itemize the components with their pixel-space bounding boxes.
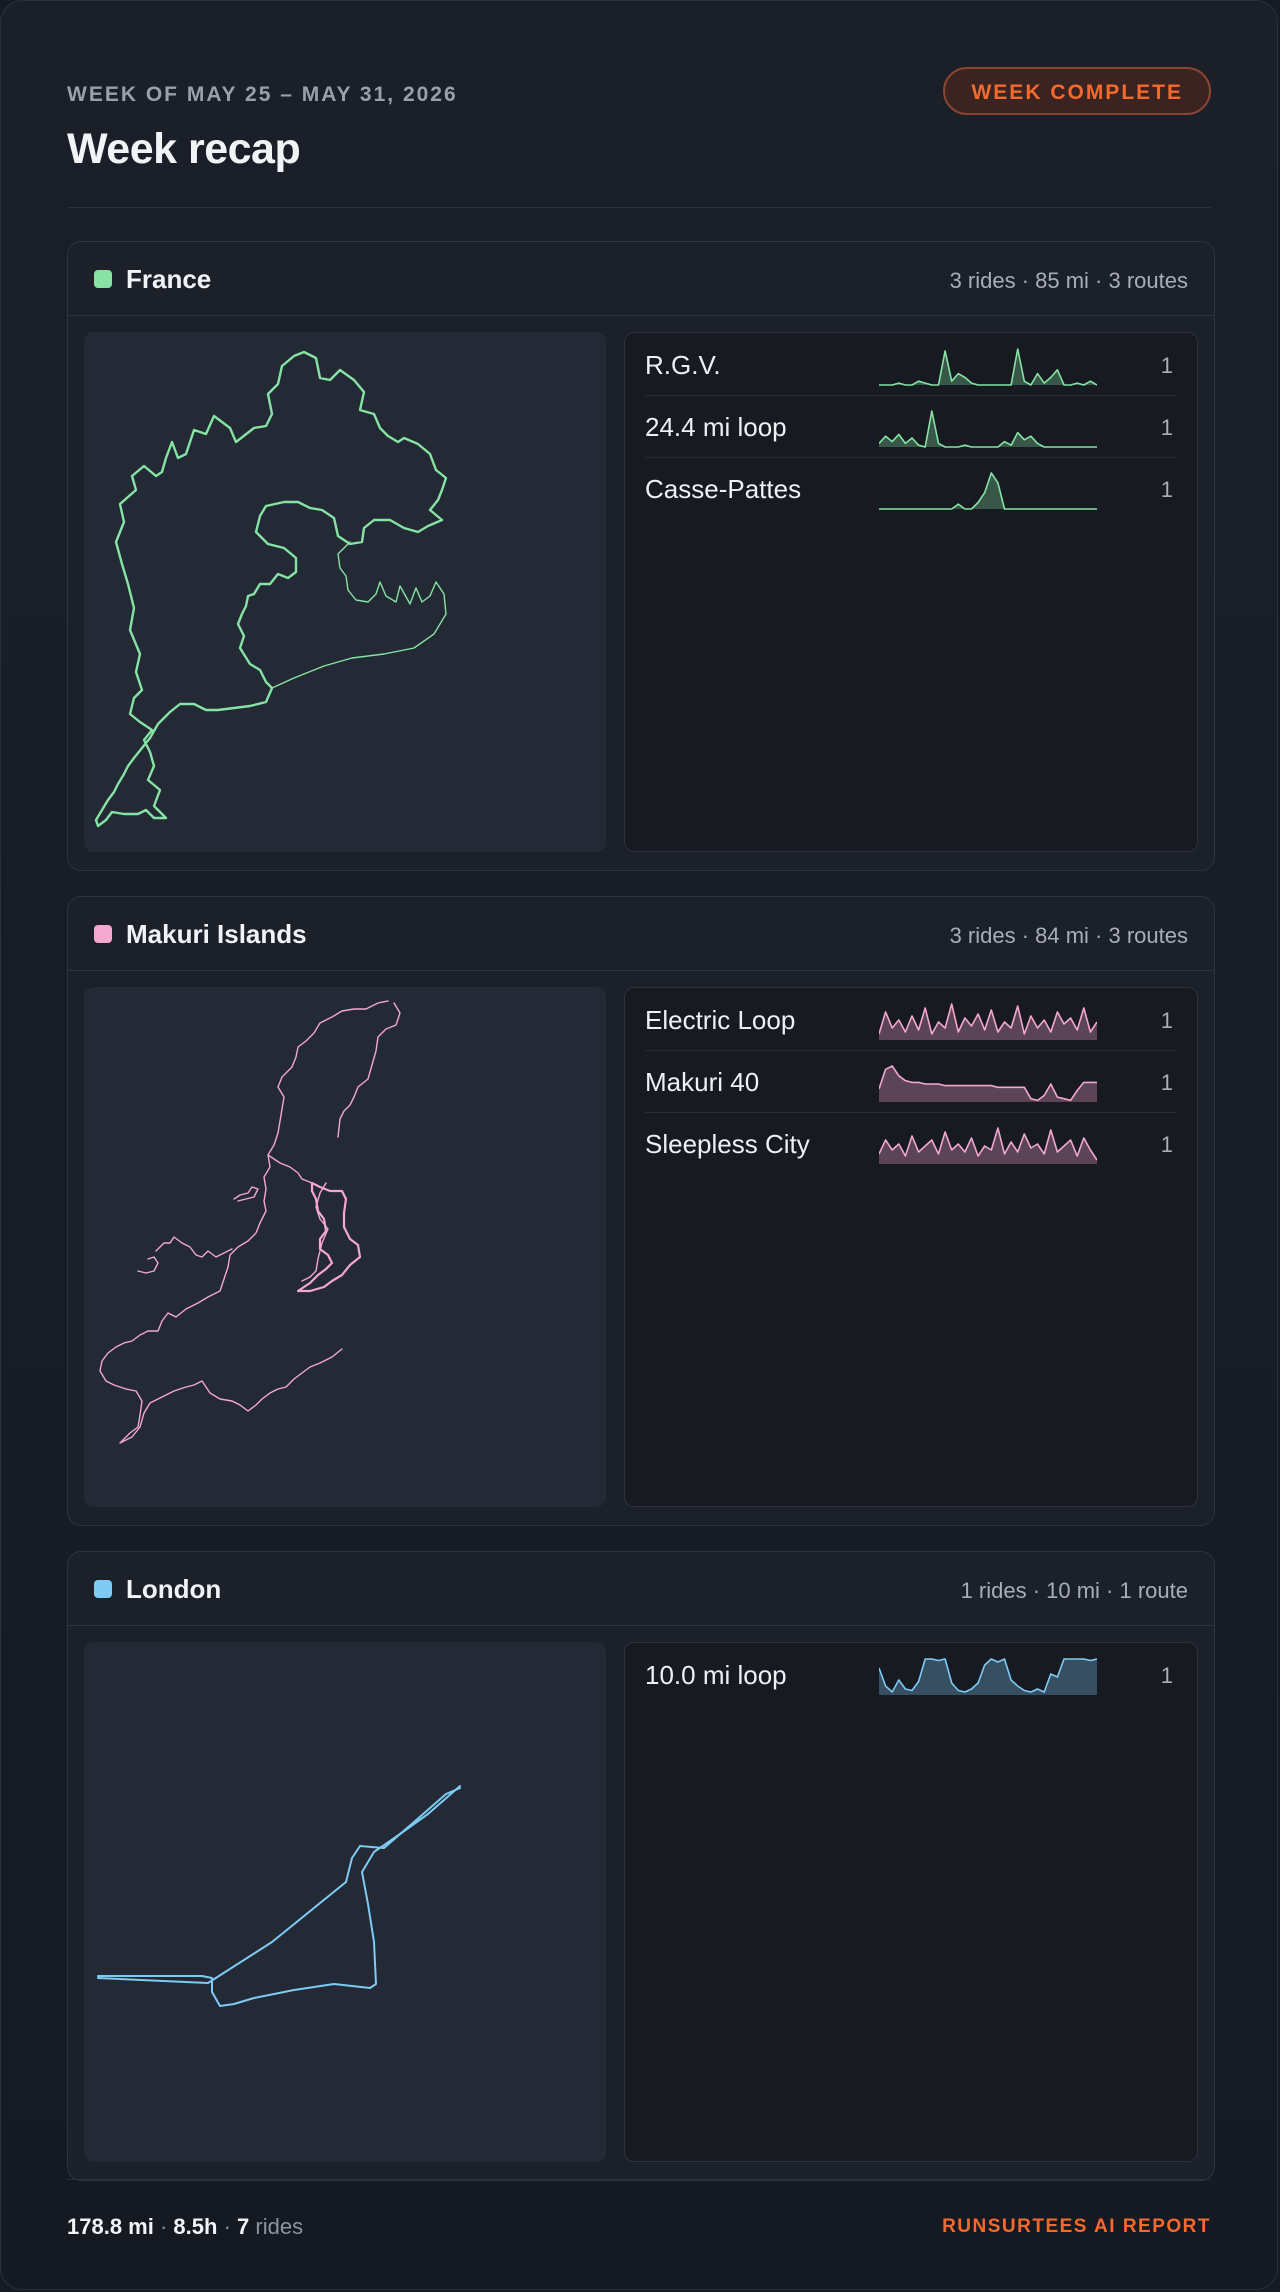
route-trace [233,1186,259,1202]
route-row[interactable]: Casse-Pattes 1 [645,457,1177,519]
route-name: R.G.V. [645,350,721,380]
route-map-svg [97,1785,461,2007]
route-row[interactable]: Electric Loop 1 [645,988,1177,1051]
region-stats: 1 rides · 10 mi · 1 route [960,1578,1188,1603]
route-trace [97,1785,461,2007]
region-card-france[interactable]: France 3 rides · 85 mi · 3 routes R.G.V.… [67,241,1215,871]
elevation-sparkline [879,1065,1097,1102]
route-count: 1 [1160,1070,1173,1095]
route-count: 1 [1160,1132,1173,1157]
route-row[interactable]: R.G.V. 1 [645,333,1177,396]
rides-label: rides [255,2214,304,2239]
separator: · [159,2214,168,2239]
route-name: 10.0 mi loop [645,1660,787,1690]
region-name: London [126,1574,222,1604]
brand-label[interactable]: RUNSURTEES AI REPORT [942,2216,1211,2238]
route-count: 1 [1160,1008,1173,1033]
elevation-sparkline [879,348,1097,386]
region-header: London 1 rides · 10 mi · 1 route [68,1552,1214,1626]
region-stats: 3 rides · 85 mi · 3 routes [949,268,1188,293]
route-name: Makuri 40 [645,1067,760,1097]
region-color-swatch [94,270,112,288]
route-name: Electric Loop [645,1005,796,1035]
page-title: Week recap [67,125,301,173]
recap-header: WEEK OF MAY 25 – MAY 31, 2026 Week recap… [67,67,1211,208]
week-totals: 178.8 mi · 8.5h · 7 rides [67,2214,303,2240]
routes-list: 10.0 mi loop 1 [624,1642,1198,2162]
route-trace [137,1256,159,1274]
week-recap-card: WEEK OF MAY 25 – MAY 31, 2026 Week recap… [0,0,1278,2290]
elevation-sparkline [879,1658,1097,1695]
route-map[interactable] [84,987,606,1507]
region-stats: 3 rides · 84 mi · 3 routes [949,923,1188,948]
elevation-sparkline [879,1003,1097,1040]
route-count: 1 [1160,353,1173,378]
elevation-line [879,348,1097,386]
route-map[interactable] [84,332,606,852]
route-trace [94,350,448,828]
route-count: 1 [1160,1663,1173,1688]
route-trace [97,1787,461,1984]
route-row[interactable]: Sleepless City 1 [645,1112,1177,1174]
region-color-swatch [94,1580,112,1598]
total-hours: 8.5h [173,2214,218,2239]
route-trace [337,1002,401,1138]
elevation-area [879,349,1097,385]
separator: · [223,2214,231,2239]
route-count: 1 [1160,415,1173,440]
total-distance: 178.8 mi [67,2214,154,2239]
status-badge: WEEK COMPLETE [943,67,1211,115]
elevation-area [879,411,1097,447]
route-trace [267,1154,313,1184]
elevation-sparkline [879,1127,1097,1164]
week-range-label: WEEK OF MAY 25 – MAY 31, 2026 [67,83,458,106]
elevation-sparkline [879,410,1097,448]
routes-list: R.G.V. 1 24.4 mi loop 1 Casse-Pattes 1 [624,332,1198,852]
total-rides: 7 [237,2214,250,2239]
region-card-makuri-islands[interactable]: Makuri Islands 3 rides · 84 mi · 3 route… [67,896,1215,1526]
route-trace [271,541,447,689]
region-header: France 3 rides · 85 mi · 3 routes [68,242,1214,316]
elevation-area [879,473,1097,509]
route-map-svg [94,350,448,828]
region-name: Makuri Islands [126,919,307,949]
route-name: Sleepless City [645,1129,810,1159]
route-trace [296,1181,362,1293]
region-color-swatch [94,925,112,943]
route-row[interactable]: 10.0 mi loop 1 [645,1643,1177,1705]
elevation-sparkline [879,472,1097,510]
route-trace [155,1236,233,1258]
recap-footer: 178.8 mi · 8.5h · 7 rides RUNSURTEES AI … [67,2179,1211,2270]
route-row[interactable]: 24.4 mi loop 1 [645,395,1177,458]
elevation-area [879,1066,1097,1102]
route-map[interactable] [84,1642,606,2162]
route-count: 1 [1160,477,1173,502]
route-map-svg [99,1000,401,1444]
route-name: 24.4 mi loop [645,412,787,442]
route-row[interactable]: Makuri 40 1 [645,1050,1177,1113]
region-header: Makuri Islands 3 rides · 84 mi · 3 route… [68,897,1214,971]
region-card-london[interactable]: London 1 rides · 10 mi · 1 route 10.0 mi… [67,1551,1215,2181]
routes-list: Electric Loop 1 Makuri 40 1 Sleepless Ci… [624,987,1198,1507]
route-name: Casse-Pattes [645,474,802,504]
region-name: France [126,264,212,294]
